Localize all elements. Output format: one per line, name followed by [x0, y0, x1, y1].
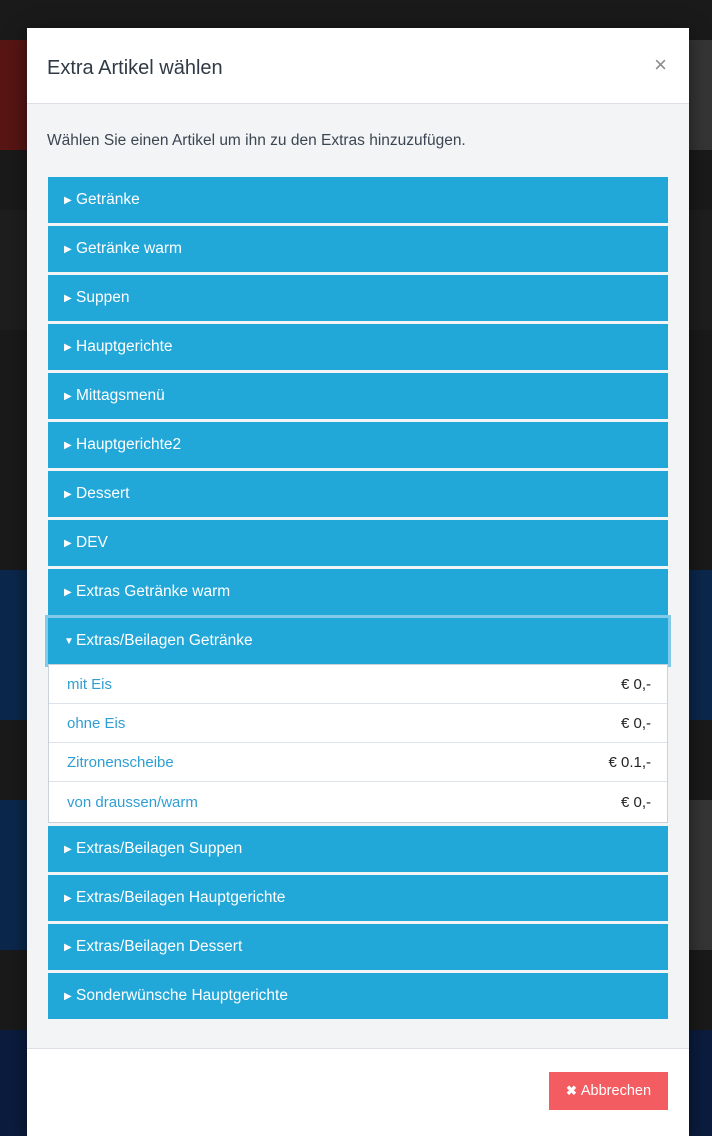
caret-right-icon: ▶ [64, 292, 72, 304]
category-item[interactable]: ▶ Dessert [48, 471, 668, 517]
category-label: Extras/Beilagen Dessert [76, 938, 243, 955]
category-label: Getränke warm [76, 240, 182, 257]
extra-item-price: € 0,- [620, 675, 651, 693]
cancel-button[interactable]: ✖ Abbrechen [549, 1072, 668, 1110]
category-item[interactable]: ▶ Getränke [48, 177, 668, 223]
extra-item-row[interactable]: von draussen/warm € 0,- [49, 782, 667, 822]
category-label: Extras/Beilagen Getränke [76, 632, 253, 649]
caret-right-icon: ▶ [64, 243, 72, 255]
category-list: ▶ Getränke ▶ Getränke warm ▶ Suppen ▶ Hauptgeri… [48, 177, 668, 1022]
category-item[interactable]: ▶ DEV [48, 520, 668, 566]
caret-right-icon: ▶ [64, 843, 72, 855]
category-items: mit Eis € 0,- ohne Eis € 0,- Zitronenscheibe… [48, 664, 668, 823]
caret-right-icon: ▶ [64, 194, 72, 206]
modal-footer: ✖ Abbrechen [27, 1048, 689, 1136]
category-label: Extras Getränke warm [76, 583, 231, 600]
caret-right-icon: ▶ [64, 586, 72, 598]
extra-item-name: Zitronenscheibe [67, 753, 174, 771]
instruction-text: Wählen Sie einen Artikel um ihn zu den E… [47, 132, 466, 149]
category-label: DEV [76, 534, 108, 551]
category-item[interactable]: ▶ Mittagsmenü [48, 373, 668, 419]
category-item[interactable]: ▶ Extras/Beilagen Hauptgerichte [48, 875, 668, 921]
category-item[interactable]: ▶ Hauptgerichte [48, 324, 668, 370]
extra-item-row[interactable]: mit Eis € 0,- [49, 665, 667, 704]
category-item[interactable]: ▶ Hauptgerichte2 [48, 422, 668, 468]
caret-right-icon: ▶ [64, 537, 72, 549]
category-item[interactable]: ▶ Getränke warm [48, 226, 668, 272]
cancel-label: Abbrechen [580, 1083, 652, 1099]
caret-right-icon: ▶ [64, 990, 72, 1002]
extra-item-row[interactable]: Zitronenscheibe € 0.1,- [49, 743, 667, 782]
caret-down-icon: ▼ [64, 635, 74, 647]
modal-header: Extra Artikel wählen × [27, 28, 689, 104]
category-item[interactable]: ▶ Extras/Beilagen Dessert [48, 924, 668, 970]
caret-right-icon: ▶ [64, 941, 72, 953]
category-label: Mittagsmenü [76, 387, 165, 404]
category-label: Extras/Beilagen Suppen [76, 840, 243, 857]
category-item[interactable]: ▶ Sonderwünsche Hauptgerichte [48, 973, 668, 1019]
extra-item-name: mit Eis [67, 675, 112, 693]
category-extras-beilagen-getraenke[interactable]: ▼ Extras/Beilagen Getränke [48, 618, 668, 664]
modal-title: Extra Artikel wählen [47, 57, 223, 79]
extra-item-price: € 0.1,- [608, 753, 651, 771]
caret-right-icon: ▶ [64, 439, 72, 451]
category-label: Dessert [76, 485, 130, 502]
category-label: Extras/Beilagen Hauptgerichte [76, 889, 286, 906]
category-label: Getränke [76, 191, 140, 208]
extra-item-row[interactable]: ohne Eis € 0,- [49, 704, 667, 743]
caret-right-icon: ▶ [64, 488, 72, 500]
caret-right-icon: ▶ [64, 892, 72, 904]
category-item[interactable]: ▶ Extras Getränke warm [48, 569, 668, 615]
category-label: Sonderwünsche Hauptgerichte [76, 987, 288, 1004]
extra-article-modal: Extra Artikel wählen × Wählen Sie einen … [27, 28, 689, 1136]
category-item[interactable]: ▶ Suppen [48, 275, 668, 321]
category-label: Hauptgerichte2 [76, 436, 182, 453]
extra-item-price: € 0,- [620, 793, 651, 811]
category-label: Hauptgerichte [76, 338, 173, 355]
close-icon: ✖ [565, 1083, 577, 1098]
extra-item-price: € 0,- [620, 714, 651, 732]
extra-item-name: von draussen/warm [67, 793, 198, 811]
caret-right-icon: ▶ [64, 341, 72, 353]
close-icon[interactable]: × [654, 52, 667, 78]
category-label: Suppen [76, 289, 130, 306]
category-item[interactable]: ▶ Extras/Beilagen Suppen [48, 826, 668, 872]
extra-item-name: ohne Eis [67, 714, 126, 732]
caret-right-icon: ▶ [64, 390, 72, 402]
